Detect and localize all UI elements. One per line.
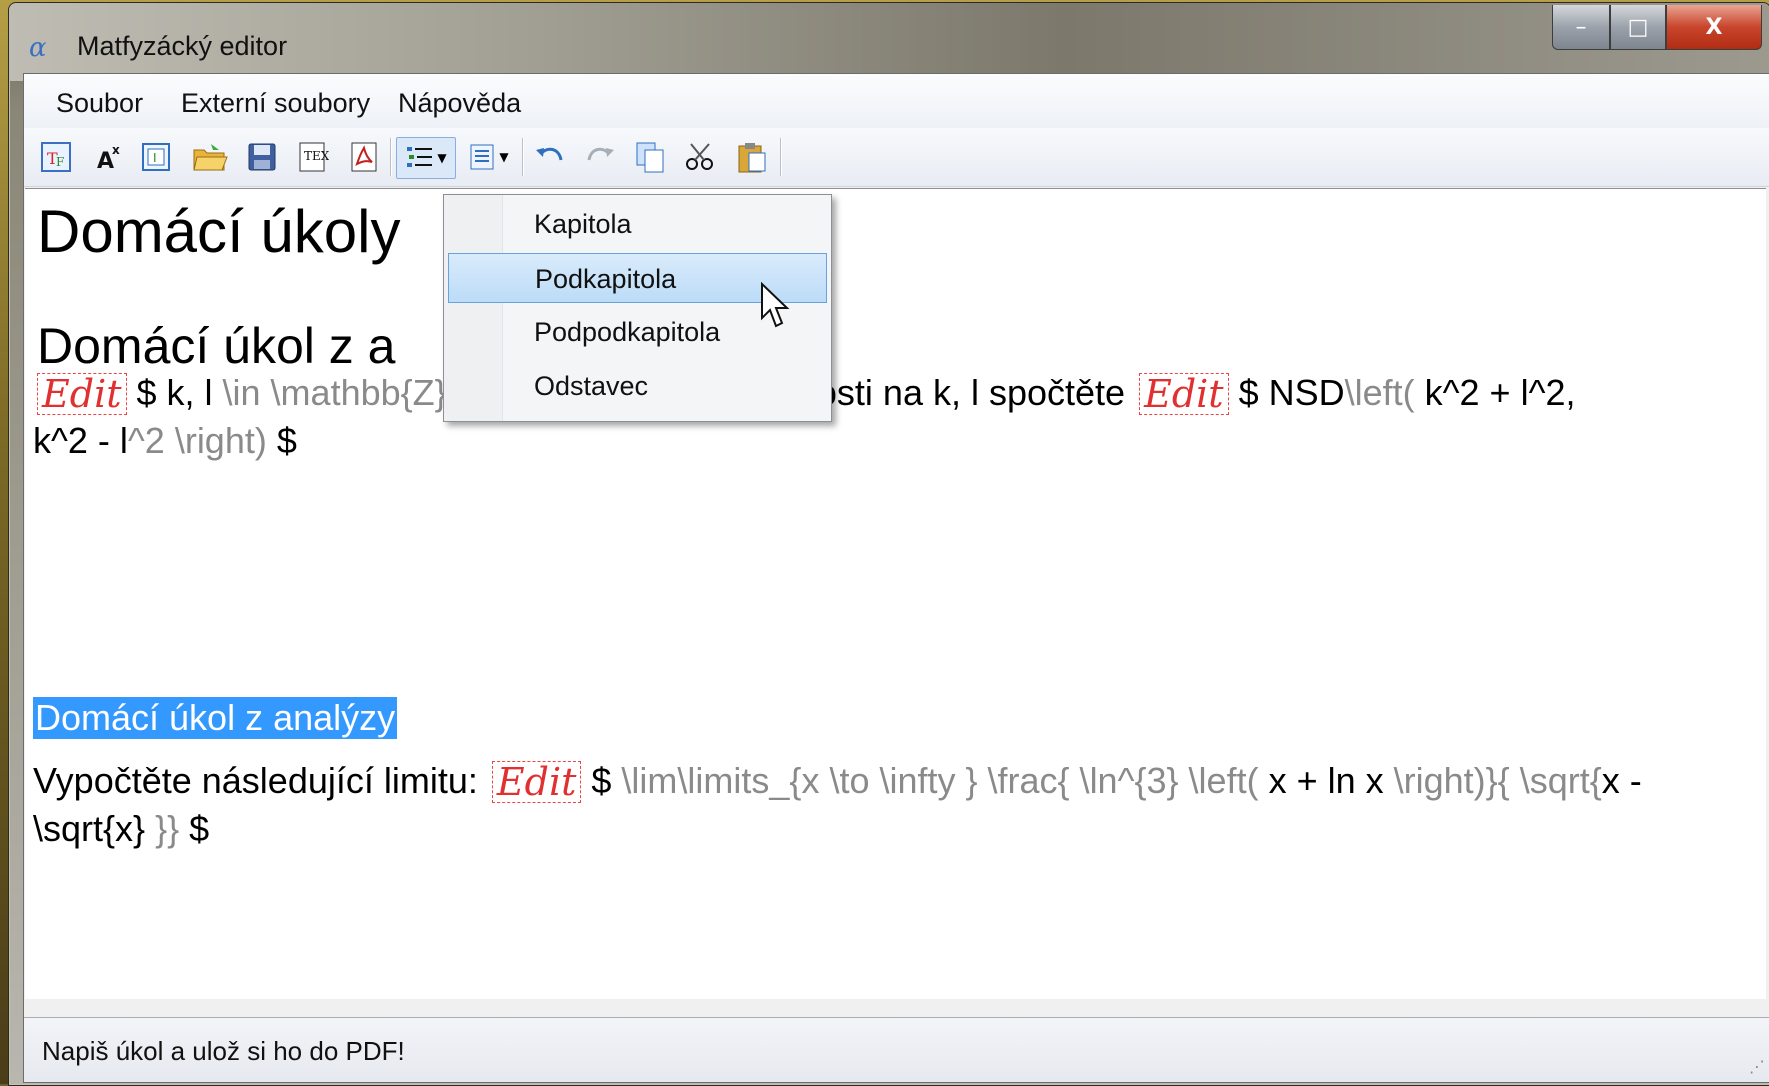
latex-code: ^2 \right) bbox=[127, 420, 277, 461]
superscript-icon[interactable]: Ax bbox=[88, 137, 128, 177]
paragraph-2-line-2: \sqrt{x} }} $ bbox=[33, 805, 209, 853]
latex-text: $ bbox=[189, 808, 210, 849]
export-latex-icon[interactable]: TEX bbox=[292, 137, 332, 177]
close-button[interactable]: X bbox=[1666, 5, 1762, 50]
minimize-button[interactable]: – bbox=[1552, 5, 1610, 50]
toolbar-separator bbox=[780, 138, 782, 176]
insert-icon[interactable]: I bbox=[136, 137, 176, 177]
chevron-down-icon: ▼ bbox=[437, 151, 447, 165]
latex-text: $ bbox=[591, 760, 622, 801]
paragraph-text: Vypočtěte následující limitu: bbox=[33, 760, 488, 801]
toolbar-separator bbox=[390, 138, 392, 176]
latex-text: x + ln x bbox=[1268, 760, 1394, 801]
list-structure-icon[interactable]: ▼ bbox=[396, 137, 456, 179]
edit-formula-button[interactable]: Edit bbox=[37, 373, 127, 415]
latex-text: x - bbox=[1601, 760, 1642, 801]
redo-icon[interactable] bbox=[580, 137, 620, 177]
paragraph-2-line-1: Vypočtěte následující limitu: Edit $ \lim… bbox=[33, 757, 1642, 805]
latex-text: $ bbox=[276, 420, 297, 461]
insert-block-icon[interactable]: ▼ bbox=[460, 137, 516, 177]
toolbar: TF Ax I TEX ▼ ▼ bbox=[24, 128, 1769, 187]
status-bar: Napiš úkol a ulož si ho do PDF! ⋰ bbox=[24, 1017, 1769, 1082]
toolbar-separator bbox=[522, 138, 524, 176]
chevron-down-icon: ▼ bbox=[499, 150, 509, 164]
edit-formula-button[interactable]: Edit bbox=[1139, 373, 1229, 415]
svg-text:F: F bbox=[56, 155, 64, 169]
cut-icon[interactable] bbox=[680, 137, 720, 177]
menu-soubor[interactable]: Soubor bbox=[56, 88, 143, 119]
latex-text: $ k, l bbox=[136, 372, 223, 413]
document-editor[interactable]: Domácí úkoly Domácí úkol z a Edit $ k, l … bbox=[25, 188, 1766, 999]
latex-code: }} bbox=[145, 808, 190, 849]
selected-heading-3: Domácí úkol z analýzy bbox=[33, 697, 398, 739]
save-icon[interactable] bbox=[242, 137, 282, 177]
latex-text: \sqrt{x} bbox=[33, 808, 146, 849]
pdf-icon[interactable] bbox=[344, 137, 384, 177]
document-heading-2: Domácí úkol z a bbox=[37, 318, 396, 374]
latex-text: k^2 + l^2, bbox=[1424, 372, 1576, 413]
app-icon: α bbox=[29, 33, 47, 63]
document-heading-1: Domácí úkoly bbox=[37, 198, 401, 265]
new-latex-icon[interactable]: TF bbox=[36, 137, 76, 177]
menu-napoveda[interactable]: Nápověda bbox=[398, 88, 521, 119]
paragraph-1-line-2: k^2 - l^2 \right) $ bbox=[33, 417, 297, 465]
menu-bar: Soubor Externí soubory Nápověda bbox=[24, 74, 1769, 128]
maximize-button[interactable]: □ bbox=[1610, 5, 1666, 50]
dropdown-item-odstavec[interactable]: Odstavec bbox=[448, 361, 827, 411]
client-area: Soubor Externí soubory Nápověda TF Ax I … bbox=[23, 73, 1769, 1083]
edit-formula-button[interactable]: Edit bbox=[491, 761, 582, 803]
window-title: Matfyzácký editor bbox=[77, 31, 288, 61]
main-window: α Matfyzácký editor – □ X Soubor Externí… bbox=[8, 2, 1769, 1086]
svg-text:TEX: TEX bbox=[304, 149, 329, 163]
copy-icon[interactable] bbox=[630, 137, 670, 177]
window-controls: – □ X bbox=[1552, 5, 1762, 51]
svg-text:x: x bbox=[112, 143, 120, 157]
latex-code: \left( bbox=[1344, 372, 1425, 413]
dropdown-item-kapitola[interactable]: Kapitola bbox=[448, 199, 827, 249]
title-bar[interactable]: α Matfyzácký editor – □ X bbox=[9, 3, 1769, 81]
latex-text: $ NSD bbox=[1238, 372, 1345, 413]
menu-externi-soubory[interactable]: Externí soubory bbox=[181, 88, 370, 119]
resize-grip-icon[interactable]: ⋰ bbox=[1749, 1057, 1765, 1076]
latex-code: \in \mathbb{Z} bbox=[222, 372, 457, 413]
status-text: Napiš úkol a ulož si ho do PDF! bbox=[42, 1036, 405, 1066]
mouse-cursor-icon bbox=[761, 282, 790, 328]
open-folder-icon[interactable] bbox=[190, 137, 230, 177]
paste-icon[interactable] bbox=[732, 137, 772, 177]
undo-icon[interactable] bbox=[530, 137, 570, 177]
svg-text:I: I bbox=[153, 151, 157, 165]
latex-code: \right)}{ \sqrt{ bbox=[1393, 760, 1602, 801]
latex-code: \lim\limits_{x \to \infty } \frac{ \ln^{… bbox=[621, 760, 1269, 801]
latex-text: k^2 - l bbox=[33, 420, 128, 461]
